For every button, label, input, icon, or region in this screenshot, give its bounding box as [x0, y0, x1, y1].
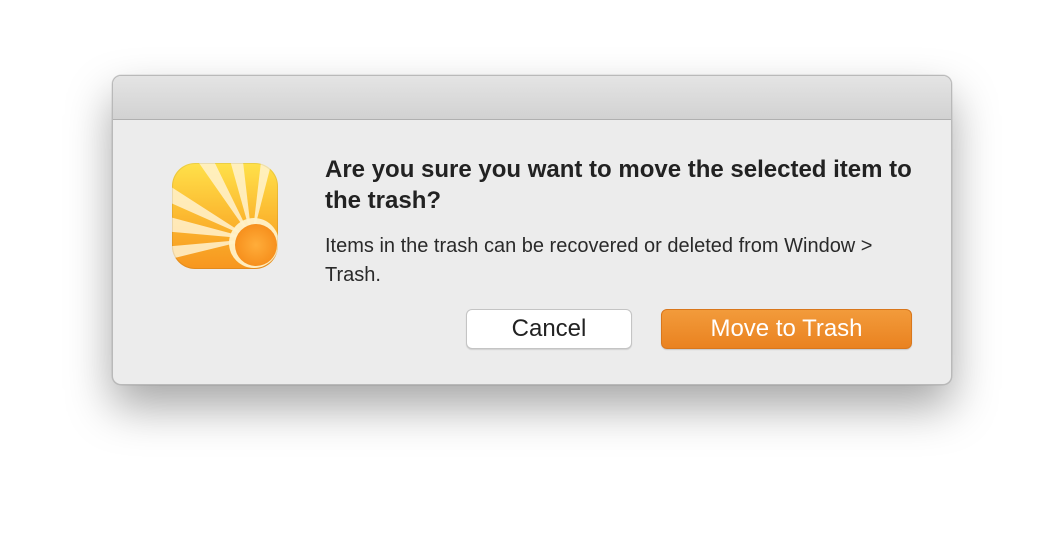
dialog-heading: Are you sure you want to move the select… [325, 156, 912, 214]
alert-dialog: Are you sure you want to move the select… [112, 75, 952, 385]
dialog-message: Items in the trash can be recovered or d… [325, 235, 873, 286]
dialog-titlebar[interactable] [113, 76, 951, 120]
cancel-button[interactable]: Cancel [466, 309, 632, 349]
move-to-trash-button[interactable]: Move to Trash [661, 309, 912, 349]
screen-background: Are you sure you want to move the select… [0, 0, 1064, 534]
sunrise-app-icon [172, 163, 278, 269]
